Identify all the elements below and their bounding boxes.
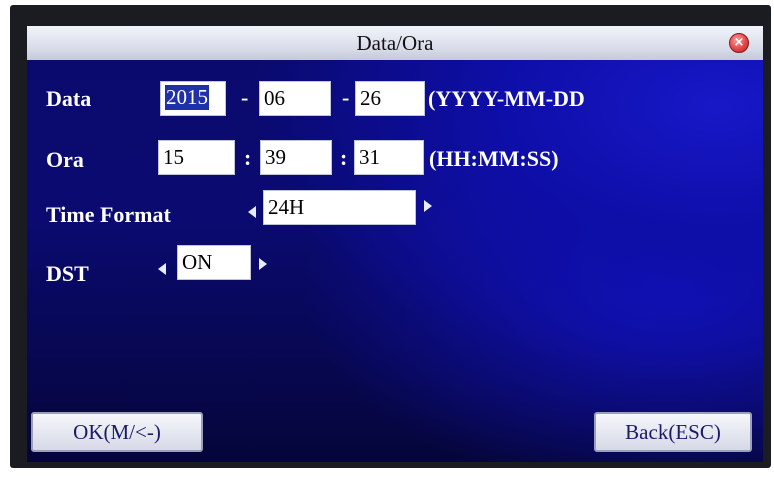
month-field[interactable]: 06 [259, 81, 331, 116]
year-field[interactable]: 2015 [160, 81, 226, 116]
time-format-label: Time Format [46, 202, 171, 227]
arrow-left-icon[interactable] [248, 206, 256, 218]
minute-field[interactable]: 39 [260, 140, 332, 175]
arrow-left-icon[interactable] [158, 263, 166, 275]
date-format-hint: (YYYY-MM-DD [428, 86, 585, 111]
date-separator: - [241, 85, 249, 110]
window-title: Data/Ora [356, 31, 434, 55]
dst-select[interactable]: ON [177, 245, 251, 280]
second-field[interactable]: 31 [354, 140, 424, 175]
arrow-right-icon[interactable] [424, 200, 432, 212]
hour-field[interactable]: 15 [158, 140, 235, 175]
time-format-select[interactable]: 24H [263, 190, 416, 225]
day-field[interactable]: 26 [355, 81, 425, 116]
time-separator: : [244, 145, 252, 170]
back-button[interactable]: Back(ESC) [594, 412, 752, 452]
close-icon[interactable]: × [729, 33, 749, 53]
time-separator: : [340, 145, 348, 170]
device-screen: Data/Ora × Data 2015 - 06 - 26 (YYYY-MM-… [27, 26, 763, 462]
dst-label: DST [46, 261, 89, 286]
arrow-right-icon[interactable] [259, 258, 267, 270]
date-separator: - [342, 85, 350, 110]
year-value: 2015 [165, 85, 209, 110]
time-label: Ora [46, 147, 84, 172]
title-bar: Data/Ora × [27, 26, 763, 60]
date-label: Data [46, 86, 92, 111]
ok-button[interactable]: OK(M/<-) [31, 412, 203, 452]
time-format-hint: (HH:MM:SS) [429, 146, 559, 171]
